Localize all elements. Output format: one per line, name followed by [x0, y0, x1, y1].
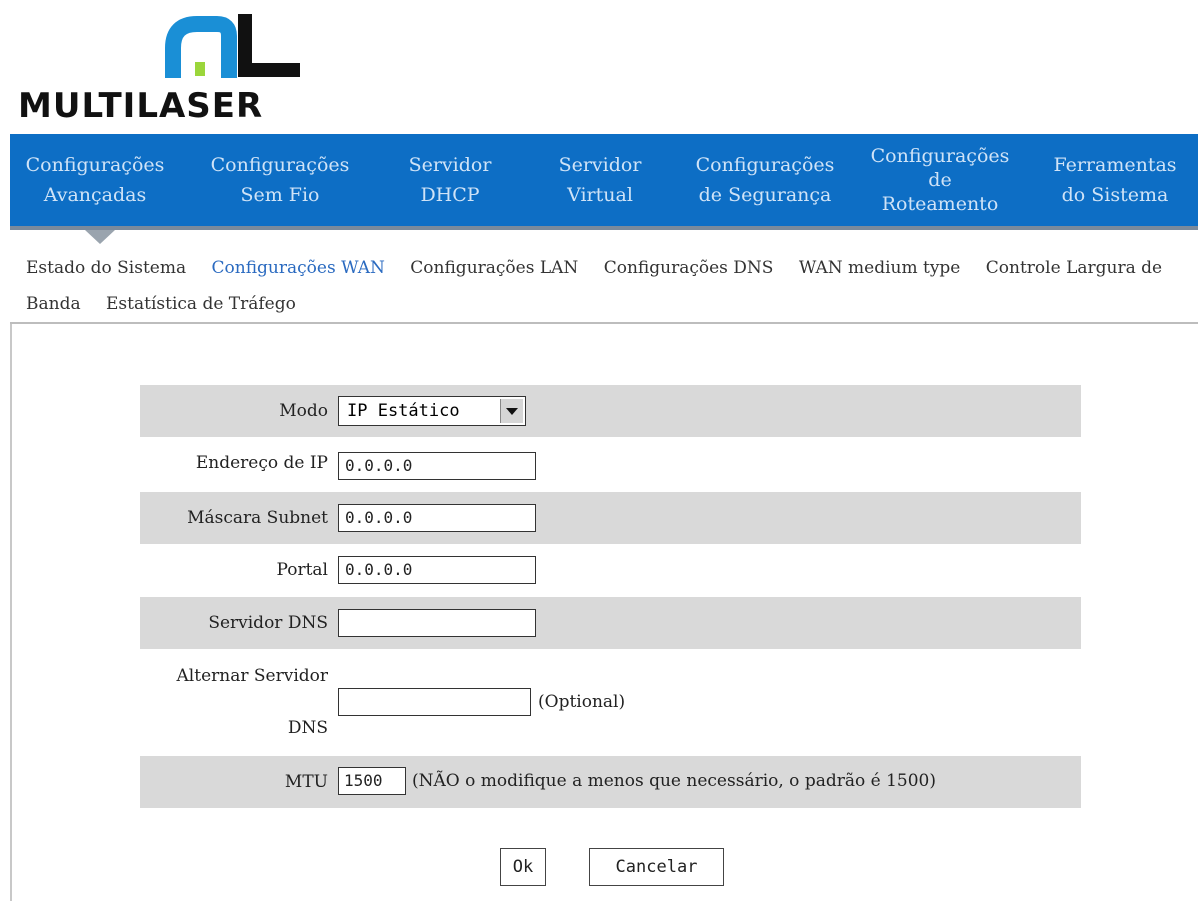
dns-server-input[interactable] — [338, 609, 536, 637]
nav-label: Configurações de Roteamento — [870, 145, 1010, 215]
ok-button[interactable]: Ok — [500, 848, 546, 886]
nav-label: Servidor Virtual — [558, 154, 642, 206]
mode-label: Modo — [279, 401, 328, 421]
gateway-label: Portal — [276, 560, 328, 580]
ip-address-label: Endereço de IP — [195, 453, 328, 473]
active-nav-caret — [85, 230, 115, 244]
nav-advanced-settings[interactable]: Configurações Avançadas — [10, 134, 180, 226]
nav-system-tools[interactable]: Ferramentas do Sistema — [1035, 134, 1195, 226]
nav-routing-settings[interactable]: Configurações de Roteamento — [850, 134, 1030, 226]
nav-security-settings[interactable]: Configurações de Segurança — [680, 134, 850, 226]
mtu-label: MTU — [284, 772, 328, 792]
row-subnet-mask: Máscara Subnet 0.0.0.0 — [140, 492, 1081, 544]
ip-address-input[interactable]: 0.0.0.0 — [338, 452, 536, 480]
optional-note: (Optional) — [538, 692, 626, 712]
nav-label: Configurações Avançadas — [25, 154, 165, 206]
mode-select[interactable]: IP Estático — [338, 396, 526, 426]
nav-wireless-settings[interactable]: Configurações Sem Fio — [180, 134, 380, 226]
alternate-dns-label-line1: Alternar Servidor — [176, 666, 328, 686]
nav-virtual-server[interactable]: Servidor Virtual — [520, 134, 680, 226]
row-gateway: Portal 0.0.0.0 — [140, 544, 1081, 596]
subnav-traffic-statistics[interactable]: Estatística de Tráfego — [106, 294, 296, 314]
row-alternate-dns: Alternar Servidor DNS (Optional) — [140, 650, 1081, 754]
subnav-lan-settings[interactable]: Configurações LAN — [410, 258, 578, 278]
row-dns-server: Servidor DNS — [140, 597, 1081, 649]
alternate-dns-input[interactable] — [338, 688, 531, 716]
gateway-input[interactable]: 0.0.0.0 — [338, 556, 536, 584]
top-navigation-bar: Configurações Avançadas Configurações Se… — [10, 134, 1198, 230]
subnet-mask-label: Máscara Subnet — [187, 508, 328, 528]
chevron-down-icon[interactable] — [500, 399, 523, 423]
subnet-mask-input[interactable]: 0.0.0.0 — [338, 504, 536, 532]
mode-select-value: IP Estático — [347, 401, 460, 421]
mtu-note: (NÃO o modifique a menos que necessário,… — [412, 771, 936, 791]
multilaser-logo-icon — [165, 14, 300, 78]
nav-dhcp-server[interactable]: Servidor DHCP — [380, 134, 520, 226]
logo-wordmark: MULTILASER — [18, 86, 264, 126]
mtu-input[interactable]: 1500 — [338, 767, 406, 795]
nav-label: Servidor DHCP — [408, 154, 492, 206]
nav-label: Configurações de Segurança — [695, 154, 835, 206]
row-mtu: MTU 1500 (NÃO o modifique a menos que ne… — [140, 756, 1081, 808]
subnav-dns-settings[interactable]: Configurações DNS — [604, 258, 774, 278]
sub-navigation: Estado do Sistema Configurações WAN Conf… — [10, 250, 1198, 324]
row-mode: Modo IP Estático — [140, 385, 1081, 437]
nav-label: Configurações Sem Fio — [210, 154, 350, 206]
dns-server-label: Servidor DNS — [208, 613, 328, 633]
subnav-wan-settings[interactable]: Configurações WAN — [212, 258, 385, 278]
nav-label: Ferramentas do Sistema — [1053, 154, 1177, 206]
row-ip-address: Endereço de IP 0.0.0.0 — [140, 437, 1081, 489]
cancel-button[interactable]: Cancelar — [589, 848, 724, 886]
alternate-dns-label-line2: DNS — [287, 718, 328, 738]
subnav-system-status[interactable]: Estado do Sistema — [26, 258, 186, 278]
multilaser-logo: MULTILASER — [18, 14, 318, 132]
wan-settings-content: Modo IP Estático Endereço de IP 0.0.0.0 … — [10, 324, 1198, 901]
subnav-wan-medium-type[interactable]: WAN medium type — [799, 258, 961, 278]
